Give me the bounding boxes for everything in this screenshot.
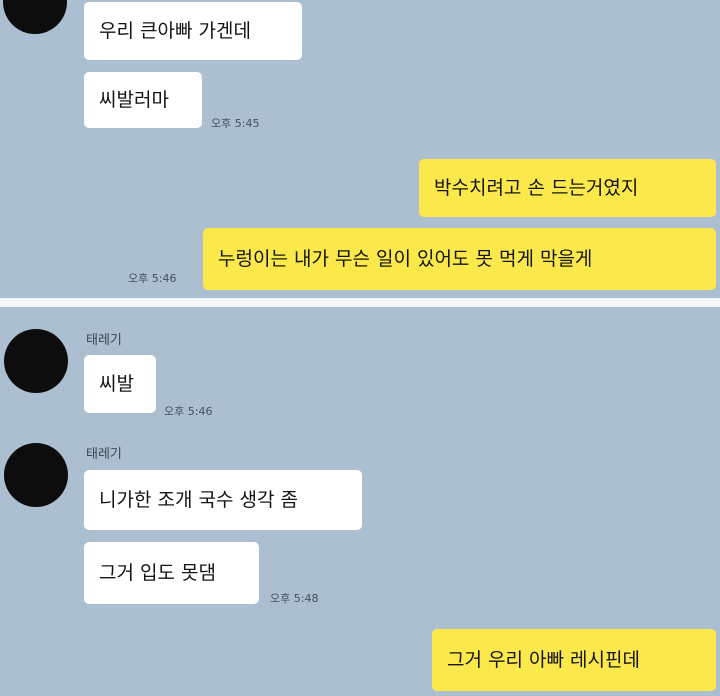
message-bubble[interactable]: 그거 우리 아빠 레시핀데 [432,629,716,691]
message-bubble[interactable]: 우리 큰아빠 가겐데 [84,2,302,60]
message-bubble[interactable]: 그거 입도 못댐 [84,542,259,604]
message-bubble[interactable]: 박수치려고 손 드는거였지 [419,159,716,217]
avatar[interactable] [3,0,67,34]
avatar[interactable] [4,443,68,507]
message-time: 오후 5:46 [164,405,213,418]
avatar[interactable] [4,329,68,393]
chat-panel-bottom: 태레기 씨발 오후 5:46 태레기 니가한 조개 국수 생각 좀 그거 입도 … [0,307,720,696]
message-time: 오후 5:48 [270,592,319,605]
message-time: 오후 5:46 [128,272,177,285]
message-bubble[interactable]: 씨발 [84,355,156,413]
sender-name: 태레기 [86,447,122,462]
message-time: 오후 5:45 [211,117,260,130]
message-bubble[interactable]: 씨발러마 [84,72,202,128]
chat-panel-top: 우리 큰아빠 가겐데 씨발러마 오후 5:45 박수치려고 손 드는거였지 누렁… [0,0,720,298]
message-bubble[interactable]: 누렁이는 내가 무슨 일이 있어도 못 먹게 막을게 [203,228,716,290]
sender-name: 태레기 [86,333,122,348]
screenshot-divider [0,298,720,307]
message-bubble[interactable]: 니가한 조개 국수 생각 좀 [84,470,362,530]
